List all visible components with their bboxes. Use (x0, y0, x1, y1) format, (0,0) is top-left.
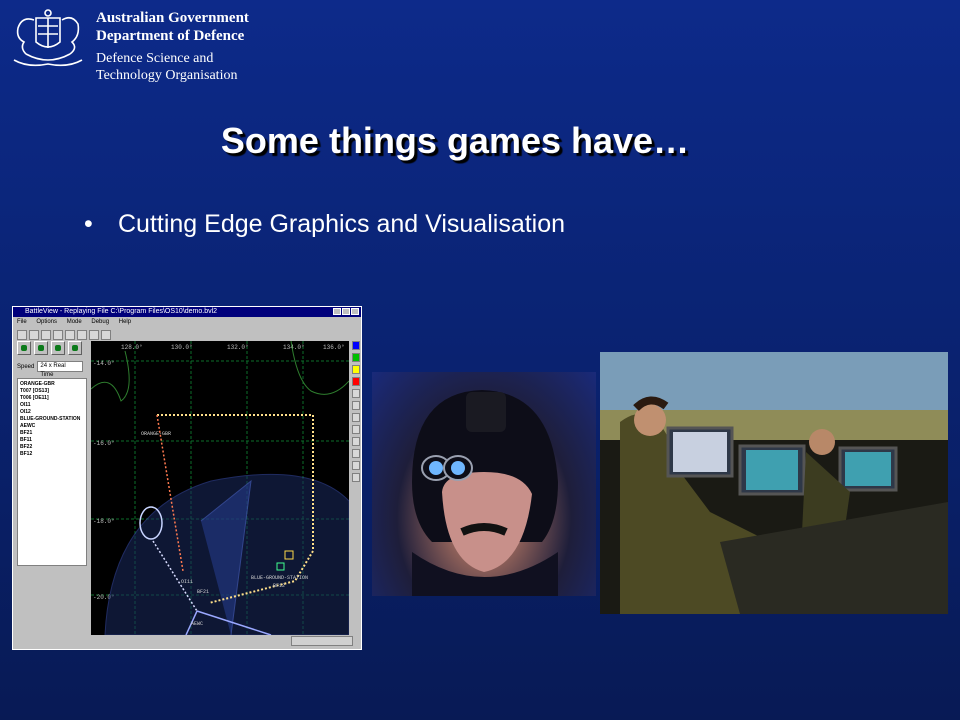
list-item: T007 [OS13] (20, 388, 49, 394)
tool-icon (352, 401, 360, 410)
maximize-icon (342, 308, 350, 315)
map-label-station: BLUE-GROUND-STATION (251, 575, 308, 581)
list-item: T006 [OE11] (20, 395, 49, 401)
record-icon (17, 341, 31, 355)
color-yellow-icon (352, 365, 360, 374)
tool-zoom-in-icon (41, 330, 51, 340)
lon-label: 136.0° (323, 344, 345, 351)
menu-help: Help (118, 319, 132, 325)
speed-select: 24 x Real Time (37, 361, 84, 378)
map-canvas: 128.0° 130.0° 132.0° 134.0° 136.0° -14.0… (91, 341, 349, 635)
tactical-map: 128.0° 130.0° 132.0° 134.0° 136.0° -14.0… (91, 341, 349, 635)
tool-filter-icon (101, 330, 111, 340)
lat-label: -16.0° (93, 440, 115, 447)
tool-close-icon (29, 330, 39, 340)
list-item: BF12 (20, 451, 33, 457)
soldier-nvg-image (412, 390, 558, 596)
menu-bar: File Options Mode Debug Help (13, 317, 361, 327)
color-red-icon (352, 377, 360, 386)
speed-label: Speed (17, 363, 35, 370)
map-label-bf: BF12 (273, 583, 285, 589)
org-line-4: Technology Organisation (96, 68, 238, 83)
bullet-dot-icon: • (84, 210, 93, 238)
toolbar (13, 327, 361, 340)
list-item: ORANGE-GBR (20, 381, 55, 387)
map-label-bf21: BF21 (197, 589, 209, 595)
lat-label: -14.0° (93, 360, 115, 367)
status-field (291, 636, 353, 646)
tool-open-icon (17, 330, 27, 340)
tool-pan-icon (77, 330, 87, 340)
lon-label: 132.0° (227, 344, 249, 351)
list-item: AEWC (20, 423, 36, 429)
coat-of-arms-icon (13, 9, 83, 67)
menu-mode: Mode (66, 319, 82, 325)
entity-list: ORANGE-GBR T007 [OS13] T006 [OE11] OI11 … (17, 378, 87, 566)
org-line-1: Australian Government (96, 10, 249, 26)
speed-control: Speed 24 x Real Time (17, 361, 87, 378)
fast-forward-icon (68, 341, 82, 355)
control-panel: Speed 24 x Real Time ORANGE-GBR T007 [OS… (17, 341, 87, 641)
tool-icon (352, 413, 360, 422)
list-item: BF11 (20, 437, 32, 443)
playback-controls (17, 341, 87, 355)
tool-icon (352, 437, 360, 446)
rewind-icon (34, 341, 48, 355)
lon-label: 128.0° (121, 344, 143, 351)
bullet-item: • Cutting Edge Graphics and Visualisation (84, 210, 565, 239)
right-toolbar (352, 341, 361, 485)
tool-icon (352, 473, 360, 482)
map-label-orange: ORANGE-GBR (141, 431, 171, 437)
color-green-icon (352, 353, 360, 362)
minimize-icon (333, 308, 341, 315)
government-logo: Australian Government Department of Defe… (6, 6, 249, 98)
menu-debug: Debug (91, 319, 110, 325)
list-item: OI11 (20, 402, 31, 408)
tool-icon (352, 461, 360, 470)
tool-select-icon (65, 330, 75, 340)
bullet-text: Cutting Edge Graphics and Visualisation (118, 210, 566, 238)
map-label-oi: OI11 (181, 579, 193, 585)
window-titlebar: BattleView - Replaying File C:\Program F… (13, 307, 361, 317)
close-icon (351, 308, 359, 315)
tool-icon (352, 449, 360, 458)
menu-file: File (17, 319, 27, 325)
map-label-aewc: AEWC (191, 621, 203, 627)
lon-label: 130.0° (171, 344, 193, 351)
tool-zoom-out-icon (53, 330, 63, 340)
night-vision-photo (372, 372, 596, 596)
list-item: BF22 (20, 444, 33, 450)
color-blue-icon (352, 341, 360, 350)
org-line-3: Defence Science and (96, 51, 214, 66)
list-item: OI12 (20, 409, 31, 415)
simulation-room-photo (600, 352, 948, 614)
tool-icon (352, 425, 360, 434)
lon-label: 134.0° (283, 344, 305, 351)
play-icon (51, 341, 65, 355)
help-icon (352, 389, 360, 398)
operators-consoles-image (600, 352, 948, 614)
tool-measure-icon (89, 330, 99, 340)
lat-label: -18.0° (93, 518, 115, 525)
menu-options: Options (36, 319, 58, 325)
battleview-screenshot: BattleView - Replaying File C:\Program F… (12, 306, 362, 650)
org-line-2: Department of Defence (96, 28, 245, 44)
slide-title: Some things games have… (220, 120, 690, 161)
list-item: BF21 (20, 430, 33, 436)
window-title: BattleView - Replaying File C:\Program F… (25, 308, 218, 315)
list-item: BLUE-GROUND-STATION (20, 416, 81, 422)
